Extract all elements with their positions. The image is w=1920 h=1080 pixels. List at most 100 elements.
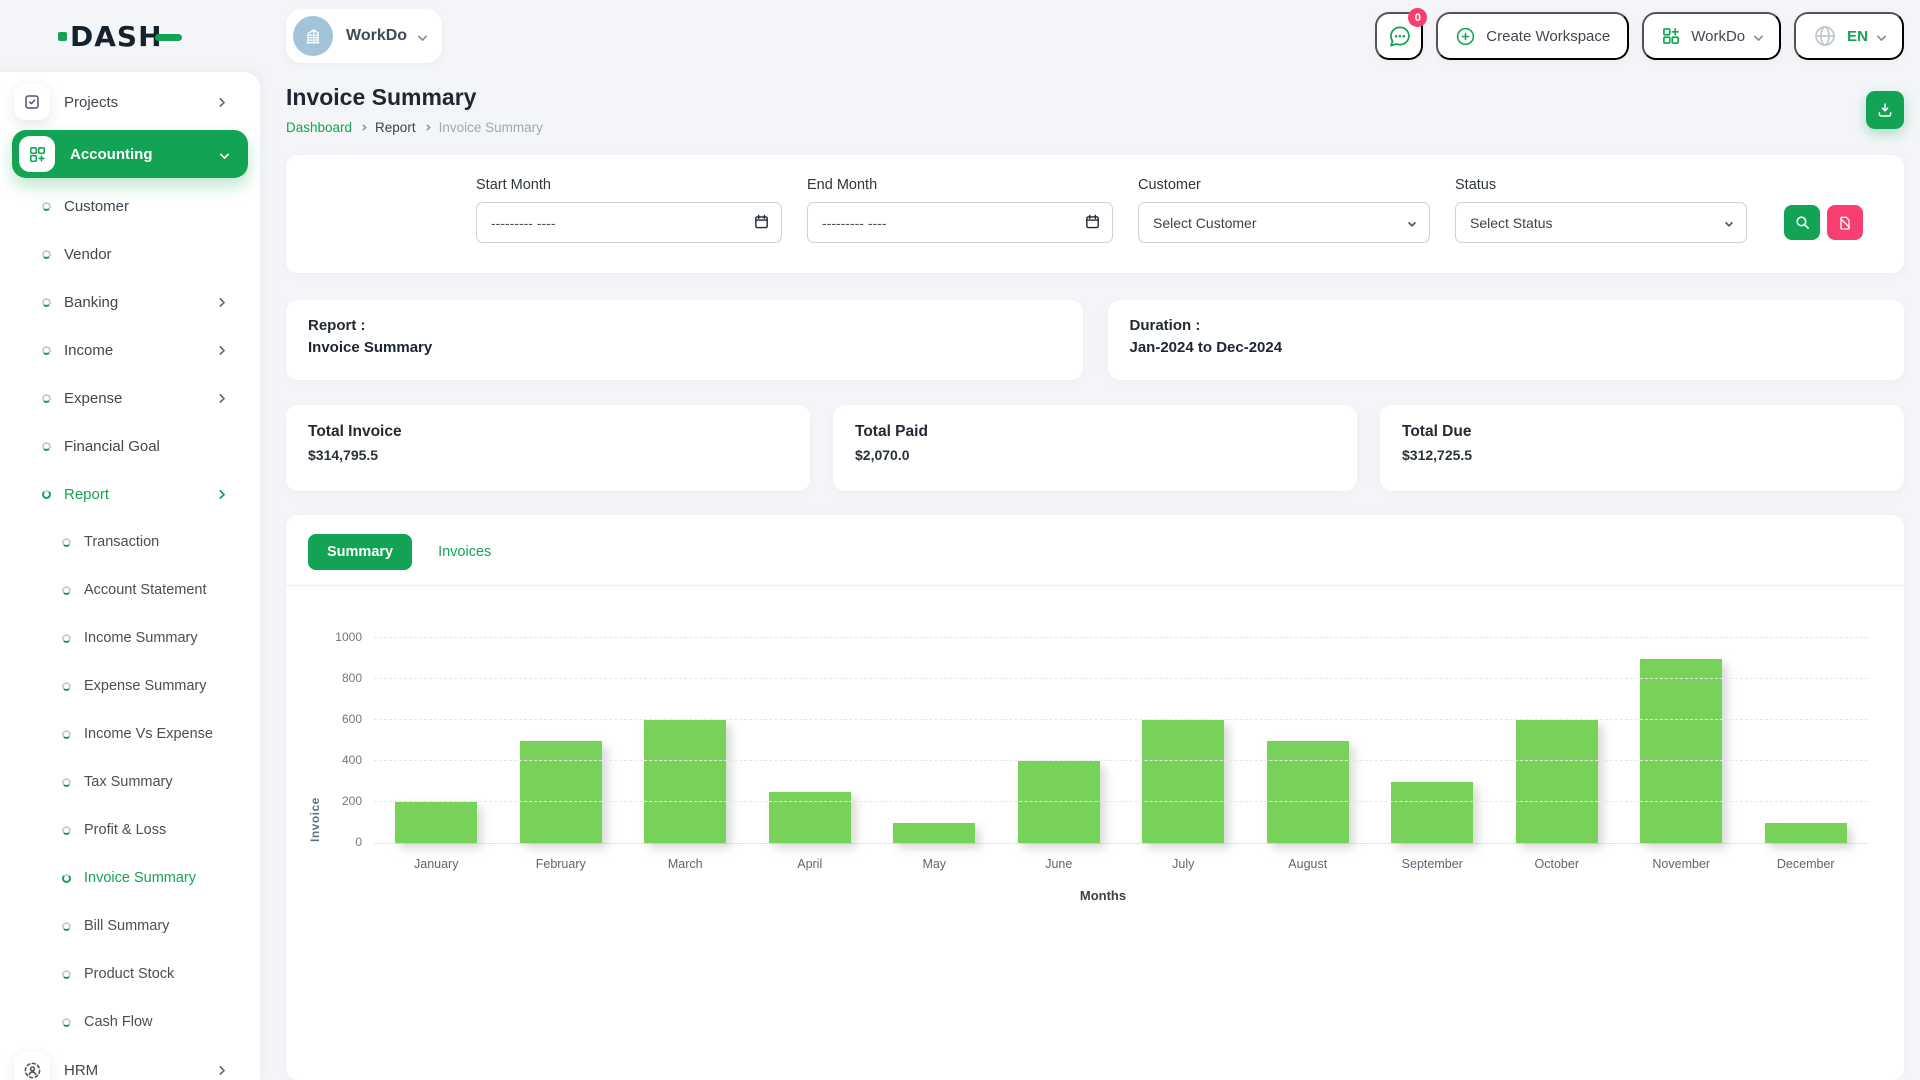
sidebar-item-cash-flow[interactable]: Cash Flow [0,998,260,1046]
gridline-400 [374,760,1868,761]
duration-info-value: Jan-2024 to Dec-2024 [1130,339,1883,356]
sidebar-item-label: Invoice Summary [84,870,196,886]
y-axis-title: Invoice [308,632,322,842]
bullet-icon [62,970,71,979]
end-month-label: End Month [807,177,1113,193]
y-tick-0: 0 [324,835,362,849]
chevron-down-icon [1408,218,1416,226]
sidebar-item-income[interactable]: Income [0,326,260,374]
customer-select[interactable]: Select Customer [1138,202,1430,243]
sidebar-item-bill-summary[interactable]: Bill Summary [0,902,260,950]
download-button[interactable] [1866,91,1904,129]
sidebar-item-invoice-summary[interactable]: Invoice Summary [0,854,260,902]
report-submenu: TransactionAccount Statement Income Summa… [0,518,260,1046]
sidebar-item-hrm[interactable]: HRM [0,1046,260,1080]
tab-invoices[interactable]: Invoices [438,544,491,560]
sidebar-item-vendor[interactable]: Vendor [0,230,260,278]
bar-january[interactable] [395,802,477,843]
sidebar-item-income-summary[interactable]: Income Summary [0,614,260,662]
x-tick-may: May [872,857,997,871]
x-tick-june: June [997,857,1122,871]
bullet-icon [62,874,71,883]
apply-filter-button[interactable] [1784,205,1820,240]
sidebar-item-customer[interactable]: Customer [0,182,260,230]
bullet-icon [42,202,51,211]
sidebar-item-profit-loss[interactable]: Profit & Loss [0,806,260,854]
tab-summary[interactable]: Summary [308,534,412,570]
sidebar-item-tax-summary[interactable]: Tax Summary [0,758,260,806]
x-tick-july: July [1121,857,1246,871]
bar-march[interactable] [644,720,726,843]
sidebar-item-label: Product Stock [84,966,174,982]
brand-logo[interactable]: DASH [58,20,182,53]
breadcrumb: Dashboard Report Invoice Summary [286,120,543,135]
total-invoice-value: $314,795.5 [308,447,788,463]
bullet-icon [42,394,51,403]
total-paid-label: Total Paid [855,423,1335,441]
sidebar-item-expense[interactable]: Expense [0,374,260,422]
sidebar-item-product-stock[interactable]: Product Stock [0,950,260,998]
bar-april[interactable] [769,792,851,843]
circle-plus-icon [1455,26,1476,47]
bar-slot-january [374,802,499,843]
language-selector[interactable]: EN [1794,12,1904,60]
sidebar-item-transaction[interactable]: Transaction [0,518,260,566]
bar-august[interactable] [1267,741,1349,844]
bar-december[interactable] [1765,823,1847,844]
sidebar-item-report[interactable]: Report [0,470,260,518]
sidebar: DASH Projects Accounting CustomerVendorB… [0,0,260,1080]
chart-card: Summary Invoices Invoice 020040060080010… [286,515,1904,1080]
workspace-menu-button[interactable]: WorkDo [1642,12,1781,60]
x-tick-september: September [1370,857,1495,871]
sidebar-item-income-vs-expense[interactable]: Income Vs Expense [0,710,260,758]
bar-june[interactable] [1018,761,1100,843]
y-tick-1000: 1000 [324,630,362,644]
reset-filter-button[interactable] [1827,205,1863,240]
end-month-input[interactable] [807,202,1113,243]
total-invoice-label: Total Invoice [308,423,788,441]
top-bar: WorkDo 0 Create Workspace WorkDo EN [286,0,1904,72]
x-axis-title: Months [324,888,1882,903]
logo-dash-icon [155,34,182,41]
sidebar-item-projects[interactable]: Projects [0,78,260,126]
x-tick-february: February [499,857,624,871]
workspace-avatar [293,16,333,56]
sidebar-item-financial-goal[interactable]: Financial Goal [0,422,260,470]
start-month-input[interactable] [476,202,782,243]
sidebar-item-label: Expense [64,390,122,407]
bar-february[interactable] [520,741,602,844]
sidebar-item-accounting[interactable]: Accounting [12,130,248,178]
sidebar-item-label: Accounting [70,146,153,163]
bar-july[interactable] [1142,720,1224,843]
calendar-icon [1084,213,1101,235]
logo-dot-icon [58,32,67,41]
messages-button[interactable]: 0 [1375,12,1423,60]
sidebar-item-label: Projects [64,94,118,111]
chevron-down-icon [418,31,428,41]
status-field: Status Select Status [1455,177,1747,243]
calendar-icon [753,213,770,235]
bar-may[interactable] [893,823,975,844]
bullet-icon [62,922,71,931]
workspace-switcher[interactable]: WorkDo [286,9,442,63]
breadcrumb-dashboard[interactable]: Dashboard [286,120,352,135]
y-tick-600: 600 [324,712,362,726]
bar-slot-may [872,823,997,844]
bar-slot-july [1121,720,1246,843]
status-select[interactable]: Select Status [1455,202,1747,243]
duration-info-label: Duration : [1130,317,1883,334]
sidebar-item-banking[interactable]: Banking [0,278,260,326]
create-workspace-button[interactable]: Create Workspace [1436,12,1629,60]
bar-november[interactable] [1640,659,1722,844]
sidebar-item-label: Income Summary [84,630,198,646]
breadcrumb-report[interactable]: Report [375,120,416,135]
checkbox-icon [14,84,50,120]
person-dashed-circle-icon [14,1052,50,1080]
bar-october[interactable] [1516,720,1598,843]
sidebar-item-expense-summary[interactable]: Expense Summary [0,662,260,710]
end-month-field: End Month [807,177,1113,243]
sidebar-item-account-statement[interactable]: Account Statement [0,566,260,614]
chevron-right-icon [216,297,226,307]
bar-september[interactable] [1391,782,1473,844]
logo-area: DASH [0,0,260,72]
